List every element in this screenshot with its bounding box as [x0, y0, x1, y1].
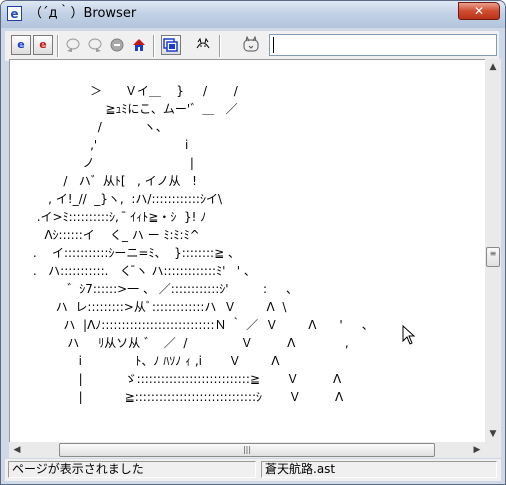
content-view[interactable]: ＞ Ｖイ＿ } / / ≧ｭﾐにこ、ムー'゛＿ ／ / ヽ、 ,' i ノ | …	[9, 59, 485, 442]
vertical-scroll-thumb[interactable]: ≡	[486, 247, 500, 268]
browser-window: e （´д｀）Browser ✕ e e ＞ Ｖイ＿} / / ≧ｭﾐにこ、ム…	[0, 0, 506, 485]
scroll-down-arrow-icon[interactable]: ▼	[485, 426, 501, 442]
mona-icon[interactable]	[241, 35, 261, 55]
status-file: 蒼天航路.ast	[261, 461, 497, 478]
app-icon: e	[7, 6, 22, 21]
forward-icon[interactable]	[85, 35, 105, 55]
status-bar: ページが表示されました 蒼天航路.ast	[5, 459, 501, 481]
scrollbar-corner	[485, 442, 501, 458]
close-button[interactable]: ✕	[458, 2, 500, 20]
back-icon[interactable]	[63, 35, 83, 55]
toolbar-separator	[153, 35, 155, 57]
toolbar-separator	[219, 35, 221, 57]
horizontal-scroll-thumb[interactable]: |||	[59, 443, 435, 457]
title-bar[interactable]: e （´д｀）Browser ✕	[1, 1, 505, 28]
toolbar-separator	[57, 35, 59, 57]
toolbar: e e	[5, 31, 499, 61]
open-browser-alt-button[interactable]: e	[33, 35, 53, 55]
cat-face-icon[interactable]	[193, 35, 213, 55]
home-icon[interactable]	[129, 35, 149, 55]
window-title: （´д｀）Browser	[29, 6, 137, 21]
text-caret	[273, 37, 274, 53]
scroll-right-arrow-icon[interactable]: ▶	[469, 442, 485, 458]
scroll-left-arrow-icon[interactable]: ◀	[9, 442, 25, 458]
horizontal-scrollbar[interactable]: ◀ ||| ▶	[9, 442, 485, 458]
address-input[interactable]	[269, 34, 497, 56]
ascii-art: ＞ Ｖイ＿ } / / ≧ｭﾐにこ、ムー'゛＿ ／ / ヽ、 ,' i ノ | …	[32, 84, 374, 404]
scroll-up-arrow-icon[interactable]: ▲	[485, 59, 501, 75]
favorites-icon[interactable]	[161, 35, 181, 55]
open-browser-button[interactable]: e	[11, 35, 31, 55]
stop-icon[interactable]	[107, 35, 127, 55]
vertical-scrollbar[interactable]: ▲ ≡ ▼	[485, 59, 501, 442]
status-message: ページが表示されました	[8, 461, 256, 478]
